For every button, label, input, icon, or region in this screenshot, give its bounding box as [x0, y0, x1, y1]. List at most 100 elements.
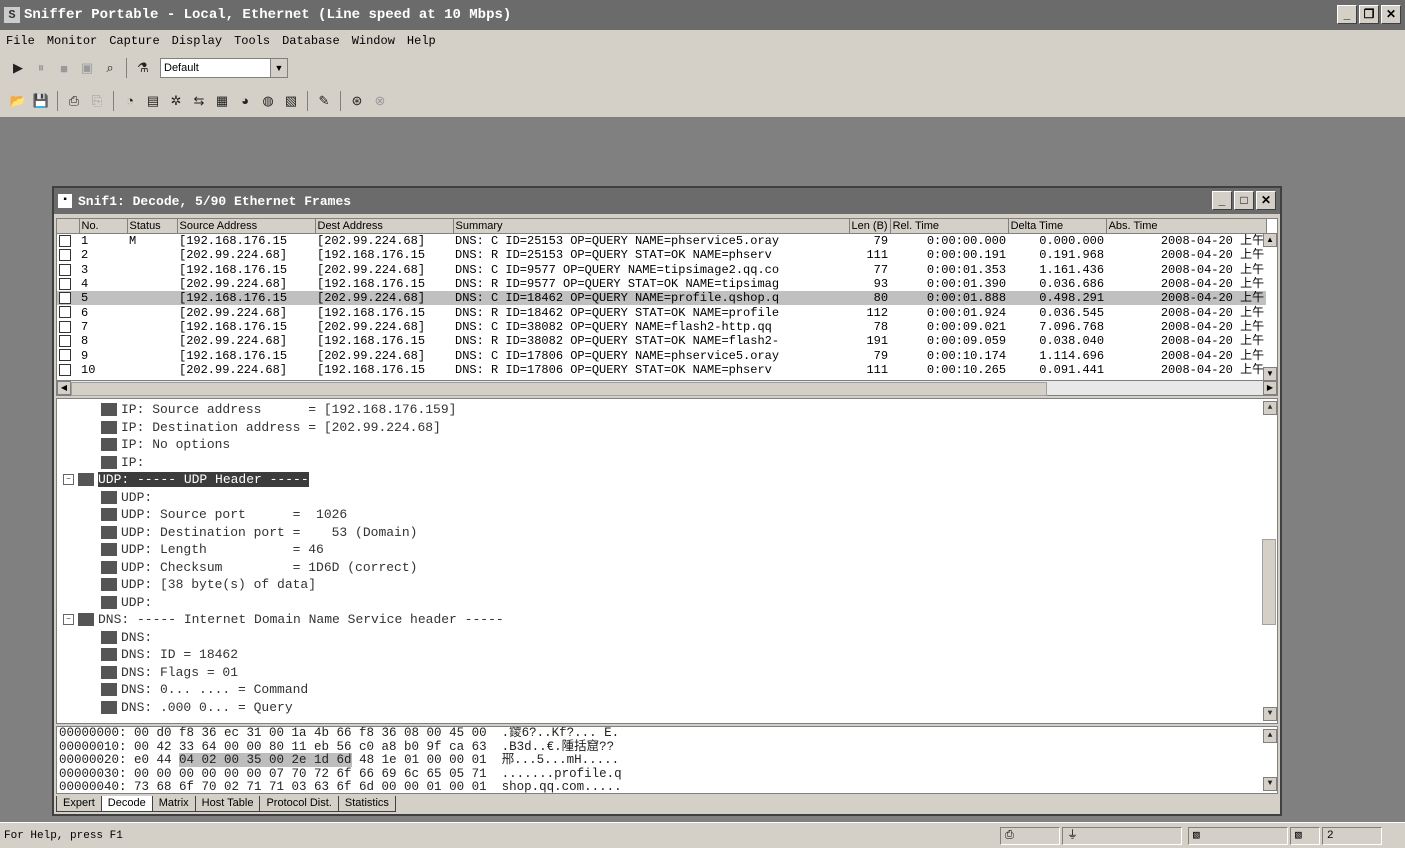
table-row[interactable]: 5 [192.168.176.15 [202.99.224.68] DNS: C ID…: [57, 291, 1267, 306]
decode-line[interactable]: DNS: 0... .... = Command: [101, 681, 308, 699]
decode-line[interactable]: IP:: [101, 454, 144, 472]
print-preview-icon[interactable]: ⎘: [87, 91, 107, 111]
row-checkbox[interactable]: [59, 263, 71, 276]
column-header[interactable]: Abs. Time: [1106, 219, 1267, 234]
column-header[interactable]: Source Address: [177, 219, 316, 234]
hex-row[interactable]: 00000000: 00 d0 f8 36 ec 31 00 1a 4b 66 …: [57, 727, 1277, 741]
menu-monitor[interactable]: Monitor: [41, 34, 103, 48]
profile-select[interactable]: Default ▼: [160, 58, 288, 78]
column-header[interactable]: Delta Time: [1008, 219, 1107, 234]
decode-line[interactable]: UDP: Destination port = 53 (Domain): [101, 524, 417, 542]
scroll-up-icon[interactable]: ▲: [1263, 401, 1277, 415]
collapse-icon[interactable]: −: [63, 474, 74, 486]
table-row[interactable]: 6 [202.99.224.68] [192.168.176.15 DNS: R ID…: [57, 305, 1266, 320]
table-row[interactable]: 2 [202.99.224.68] [192.168.176.15 DNS: R ID…: [57, 248, 1266, 262]
column-header[interactable]: Len (B): [849, 219, 891, 234]
scroll-up-icon[interactable]: ▲: [1263, 729, 1277, 743]
table-row[interactable]: 7 [192.168.176.15 [202.99.224.68] DNS: C ID…: [57, 320, 1266, 334]
decode-line[interactable]: UDP: Checksum = 1D6D (correct): [101, 559, 417, 577]
hex-dump-pane[interactable]: ▲ ▼ 00000000: 00 d0 f8 36 ec 31 00 1a 4b…: [56, 726, 1278, 794]
host-table-icon[interactable]: ▤: [143, 91, 163, 111]
row-checkbox[interactable]: [59, 249, 71, 262]
child-close-button[interactable]: ✕: [1256, 191, 1276, 210]
table-row[interactable]: 10 [202.99.224.68] [192.168.176.15 DNS: R I…: [57, 363, 1266, 377]
decode-line[interactable]: − DNS: ----- Internet Domain Name Service…: [63, 611, 504, 629]
minimize-button[interactable]: _: [1337, 5, 1357, 24]
table-row[interactable]: 8 [202.99.224.68] [192.168.176.15 DNS: R ID…: [57, 334, 1266, 348]
row-checkbox[interactable]: [59, 306, 71, 319]
decode-line[interactable]: − UDP: ----- UDP Header -----: [63, 471, 309, 489]
decode-line[interactable]: UDP: [38 byte(s) of data]: [101, 576, 316, 594]
decode-line[interactable]: UDP:: [101, 594, 152, 612]
menu-tools[interactable]: Tools: [228, 34, 276, 48]
row-checkbox[interactable]: [59, 320, 71, 333]
tab-matrix[interactable]: Matrix: [151, 796, 196, 812]
tab-statistics[interactable]: Statistics: [337, 796, 396, 812]
hex-row[interactable]: 00000010: 00 42 33 64 00 00 80 11 eb 56 …: [57, 740, 1277, 755]
table-row[interactable]: 4 [202.99.224.68] [192.168.176.15 DNS: R ID…: [57, 277, 1266, 291]
start-capture-icon[interactable]: ▶: [8, 58, 28, 78]
decode-line[interactable]: IP: Source address = [192.168.176.159]: [101, 401, 456, 419]
open-icon[interactable]: 📂: [8, 91, 28, 111]
row-checkbox[interactable]: [59, 363, 71, 376]
chevron-down-icon[interactable]: ▼: [270, 59, 287, 77]
scroll-down-icon[interactable]: ▼: [1263, 777, 1277, 791]
hex-row[interactable]: 00000020: e0 44 04 02 00 35 00 2e 1d 6d …: [57, 753, 1277, 768]
child-minimize-button[interactable]: _: [1212, 191, 1232, 210]
column-header[interactable]: Summary: [453, 219, 850, 234]
scrollbar-thumb[interactable]: [71, 382, 1047, 396]
menu-file[interactable]: File: [0, 34, 41, 48]
global-statistics-icon[interactable]: ◍: [258, 91, 278, 111]
child-maximize-button[interactable]: □: [1234, 191, 1254, 210]
application-response-icon[interactable]: ⇆: [189, 91, 209, 111]
alarm-log-icon[interactable]: ▧: [281, 91, 301, 111]
menu-capture[interactable]: Capture: [103, 34, 165, 48]
column-header[interactable]: Rel. Time: [890, 219, 1009, 234]
column-header[interactable]: No.: [79, 219, 128, 234]
hex-row[interactable]: 00000030: 00 00 00 00 00 00 07 70 72 6f …: [57, 767, 1277, 782]
decode-tree-pane[interactable]: ▲ ▼ IP: Source address = [192.168.176.15…: [56, 398, 1278, 724]
decode-line[interactable]: DNS: Flags = 01: [101, 664, 238, 682]
decode-line[interactable]: UDP:: [101, 489, 152, 507]
scrollbar-thumb[interactable]: [1262, 539, 1276, 625]
table-row[interactable]: 9 [192.168.176.15 [202.99.224.68] DNS: C ID…: [57, 348, 1266, 363]
stop-capture-icon[interactable]: ■: [54, 58, 74, 78]
pause-capture-icon[interactable]: ⏸: [31, 58, 51, 78]
define-filter-icon[interactable]: ✎: [314, 91, 334, 111]
history-samples-icon[interactable]: ▦: [212, 91, 232, 111]
decode-line[interactable]: IP: Destination address = [202.99.224.68…: [101, 419, 441, 437]
menu-display[interactable]: Display: [166, 34, 228, 48]
decode-line[interactable]: DNS:: [101, 629, 152, 647]
menu-help[interactable]: Help: [401, 34, 442, 48]
expert-icon[interactable]: ⊛: [347, 91, 367, 111]
packet-list[interactable]: No. Status Source Address Dest Address S…: [56, 218, 1278, 382]
protocol-distribution-icon[interactable]: ◕: [235, 91, 255, 111]
scroll-left-icon[interactable]: ◀: [57, 381, 71, 395]
matrix-icon[interactable]: ✲: [166, 91, 186, 111]
scroll-down-icon[interactable]: ▼: [1263, 707, 1277, 721]
row-checkbox[interactable]: [59, 277, 71, 290]
binoculars-icon[interactable]: ⌕: [100, 58, 120, 78]
dashboard-icon[interactable]: ◔: [120, 91, 140, 111]
scroll-up-icon[interactable]: ▲: [1263, 233, 1277, 247]
menu-database[interactable]: Database: [276, 34, 346, 48]
column-header[interactable]: Status: [127, 219, 178, 234]
save-icon[interactable]: 💾: [31, 91, 51, 111]
table-row[interactable]: 1 M [192.168.176.15 [202.99.224.68] DNS: C I…: [57, 234, 1266, 249]
tab-protocol-dist[interactable]: Protocol Dist.: [259, 796, 339, 812]
tab-expert[interactable]: Expert: [56, 796, 102, 812]
menu-window[interactable]: Window: [346, 34, 401, 48]
decode-line[interactable]: IP: No options: [101, 436, 230, 454]
tab-host-table[interactable]: Host Table: [194, 796, 261, 812]
table-row[interactable]: 3 [192.168.176.15 [202.99.224.68] DNS: C ID…: [57, 263, 1266, 277]
print-icon[interactable]: ⎙: [64, 91, 84, 111]
decode-line[interactable]: DNS: ID = 18462: [101, 646, 238, 664]
column-header[interactable]: Dest Address: [315, 219, 454, 234]
collapse-icon[interactable]: −: [63, 614, 74, 626]
disabled-tool-icon[interactable]: ⊗: [370, 91, 390, 111]
decode-line[interactable]: DNS: .000 0... = Query: [101, 699, 293, 717]
scroll-down-icon[interactable]: ▼: [1263, 367, 1277, 381]
horizontal-scrollbar[interactable]: ◀ ▶: [56, 380, 1278, 396]
filter-icon[interactable]: ⚗: [133, 58, 153, 78]
decode-line[interactable]: UDP: Source port = 1026: [101, 506, 347, 524]
